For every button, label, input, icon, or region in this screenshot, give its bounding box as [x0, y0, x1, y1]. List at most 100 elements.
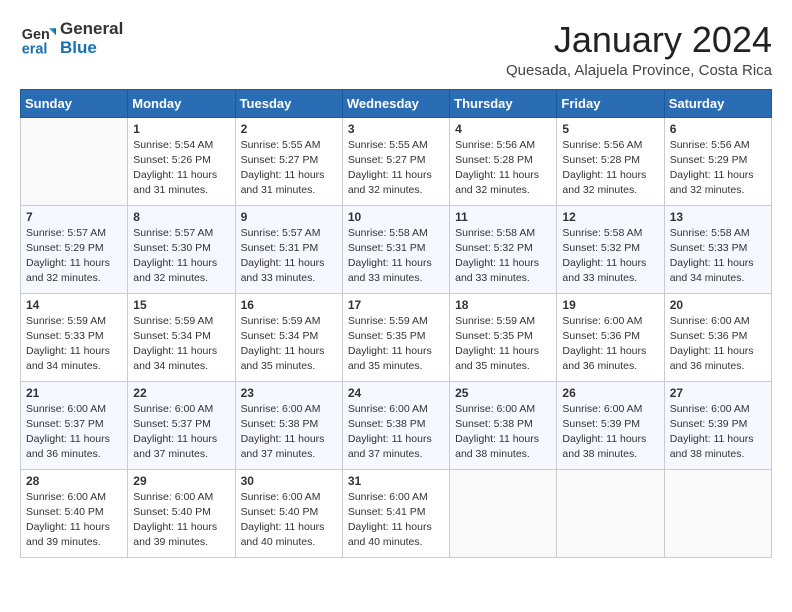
- day-info: Sunrise: 6:00 AMSunset: 5:36 PMDaylight:…: [670, 314, 766, 375]
- day-number: 4: [455, 122, 551, 136]
- day-number: 22: [133, 386, 229, 400]
- day-info: Sunrise: 6:00 AMSunset: 5:37 PMDaylight:…: [26, 402, 122, 463]
- day-info: Sunrise: 5:58 AMSunset: 5:33 PMDaylight:…: [670, 226, 766, 287]
- day-cell: 29Sunrise: 6:00 AMSunset: 5:40 PMDayligh…: [128, 469, 235, 557]
- week-row-5: 28 Sunrise: 6:00 AMSunset: 5:40 PMDayligh…: [21, 469, 772, 557]
- day-number: 30: [241, 474, 337, 488]
- day-cell: 27 Sunrise: 6:00 AMSunset: 5:39 PMDayligh…: [664, 381, 771, 469]
- day-info: Sunrise: 5:59 AMSunset: 5:34 PMDaylight:…: [133, 314, 229, 375]
- week-row-4: 21Sunrise: 6:00 AMSunset: 5:37 PMDayligh…: [21, 381, 772, 469]
- day-info: Sunrise: 5:55 AMSunset: 5:27 PMDaylight:…: [348, 138, 444, 199]
- day-number: 17: [348, 298, 444, 312]
- header-monday: Monday: [128, 89, 235, 117]
- day-info: Sunrise: 6:00 AMSunset: 5:38 PMDaylight:…: [348, 402, 444, 463]
- day-number: 5: [562, 122, 658, 136]
- day-number: 28: [26, 474, 122, 488]
- logo: Gen eral General Blue: [20, 20, 123, 57]
- day-number: 19: [562, 298, 658, 312]
- day-info: Sunrise: 5:57 AMSunset: 5:29 PMDaylight:…: [26, 226, 122, 287]
- day-number: 31: [348, 474, 444, 488]
- day-number: 11: [455, 210, 551, 224]
- day-info: Sunrise: 6:00 AMSunset: 5:40 PMDaylight:…: [26, 490, 122, 551]
- day-info: Sunrise: 5:57 AMSunset: 5:30 PMDaylight:…: [133, 226, 229, 287]
- day-info: Sunrise: 6:00 AMSunset: 5:39 PMDaylight:…: [670, 402, 766, 463]
- day-number: 24: [348, 386, 444, 400]
- day-number: 26: [562, 386, 658, 400]
- day-cell: 4 Sunrise: 5:56 AMSunset: 5:28 PMDaylight…: [450, 117, 557, 205]
- day-cell: [450, 469, 557, 557]
- day-cell: 15Sunrise: 5:59 AMSunset: 5:34 PMDayligh…: [128, 293, 235, 381]
- day-number: 25: [455, 386, 551, 400]
- day-info: Sunrise: 5:56 AMSunset: 5:28 PMDaylight:…: [455, 138, 551, 199]
- day-cell: 8 Sunrise: 5:57 AMSunset: 5:30 PMDaylight…: [128, 205, 235, 293]
- day-info: Sunrise: 6:00 AMSunset: 5:41 PMDaylight:…: [348, 490, 444, 551]
- day-number: 20: [670, 298, 766, 312]
- page-header: Gen eral General Blue January 2024 Quesa…: [20, 20, 772, 79]
- day-cell: [664, 469, 771, 557]
- day-info: Sunrise: 5:59 AMSunset: 5:35 PMDaylight:…: [348, 314, 444, 375]
- day-cell: 20 Sunrise: 6:00 AMSunset: 5:36 PMDayligh…: [664, 293, 771, 381]
- day-info: Sunrise: 6:00 AMSunset: 5:40 PMDaylight:…: [241, 490, 337, 551]
- location-subtitle: Quesada, Alajuela Province, Costa Rica: [506, 62, 772, 79]
- title-block: January 2024 Quesada, Alajuela Province,…: [506, 20, 772, 79]
- day-cell: [557, 469, 664, 557]
- header-wednesday: Wednesday: [342, 89, 449, 117]
- day-info: Sunrise: 6:00 AMSunset: 5:36 PMDaylight:…: [562, 314, 658, 375]
- day-cell: 26 Sunrise: 6:00 AMSunset: 5:39 PMDayligh…: [557, 381, 664, 469]
- day-cell: 12 Sunrise: 5:58 AMSunset: 5:32 PMDayligh…: [557, 205, 664, 293]
- day-info: Sunrise: 6:00 AMSunset: 5:37 PMDaylight:…: [133, 402, 229, 463]
- day-cell: 28 Sunrise: 6:00 AMSunset: 5:40 PMDayligh…: [21, 469, 128, 557]
- day-cell: 13Sunrise: 5:58 AMSunset: 5:33 PMDayligh…: [664, 205, 771, 293]
- day-cell: 18Sunrise: 5:59 AMSunset: 5:35 PMDayligh…: [450, 293, 557, 381]
- day-info: Sunrise: 6:00 AMSunset: 5:39 PMDaylight:…: [562, 402, 658, 463]
- logo-line1: General: [60, 20, 123, 39]
- calendar-header-row: SundayMondayTuesdayWednesdayThursdayFrid…: [21, 89, 772, 117]
- day-number: 16: [241, 298, 337, 312]
- day-cell: 16 Sunrise: 5:59 AMSunset: 5:34 PMDayligh…: [235, 293, 342, 381]
- day-number: 6: [670, 122, 766, 136]
- header-thursday: Thursday: [450, 89, 557, 117]
- day-cell: 11 Sunrise: 5:58 AMSunset: 5:32 PMDayligh…: [450, 205, 557, 293]
- day-cell: 7 Sunrise: 5:57 AMSunset: 5:29 PMDaylight…: [21, 205, 128, 293]
- calendar-table: SundayMondayTuesdayWednesdayThursdayFrid…: [20, 89, 772, 558]
- day-cell: 17 Sunrise: 5:59 AMSunset: 5:35 PMDayligh…: [342, 293, 449, 381]
- day-number: 2: [241, 122, 337, 136]
- day-cell: 1 Sunrise: 5:54 AMSunset: 5:26 PMDaylight…: [128, 117, 235, 205]
- day-cell: 3Sunrise: 5:55 AMSunset: 5:27 PMDaylight…: [342, 117, 449, 205]
- day-cell: 2Sunrise: 5:55 AMSunset: 5:27 PMDaylight…: [235, 117, 342, 205]
- day-cell: 30 Sunrise: 6:00 AMSunset: 5:40 PMDayligh…: [235, 469, 342, 557]
- logo-icon: Gen eral: [20, 21, 56, 57]
- header-tuesday: Tuesday: [235, 89, 342, 117]
- day-cell: 6 Sunrise: 5:56 AMSunset: 5:29 PMDaylight…: [664, 117, 771, 205]
- week-row-3: 14 Sunrise: 5:59 AMSunset: 5:33 PMDayligh…: [21, 293, 772, 381]
- day-number: 14: [26, 298, 122, 312]
- day-cell: 14 Sunrise: 5:59 AMSunset: 5:33 PMDayligh…: [21, 293, 128, 381]
- day-info: Sunrise: 5:56 AMSunset: 5:29 PMDaylight:…: [670, 138, 766, 199]
- day-cell: 19 Sunrise: 6:00 AMSunset: 5:36 PMDayligh…: [557, 293, 664, 381]
- day-info: Sunrise: 5:54 AMSunset: 5:26 PMDaylight:…: [133, 138, 229, 199]
- svg-text:eral: eral: [22, 41, 48, 57]
- day-info: Sunrise: 5:57 AMSunset: 5:31 PMDaylight:…: [241, 226, 337, 287]
- day-number: 12: [562, 210, 658, 224]
- day-number: 23: [241, 386, 337, 400]
- day-cell: 24 Sunrise: 6:00 AMSunset: 5:38 PMDayligh…: [342, 381, 449, 469]
- day-info: Sunrise: 5:58 AMSunset: 5:31 PMDaylight:…: [348, 226, 444, 287]
- day-info: Sunrise: 5:58 AMSunset: 5:32 PMDaylight:…: [455, 226, 551, 287]
- day-number: 8: [133, 210, 229, 224]
- day-cell: [21, 117, 128, 205]
- day-number: 7: [26, 210, 122, 224]
- header-friday: Friday: [557, 89, 664, 117]
- day-info: Sunrise: 5:59 AMSunset: 5:35 PMDaylight:…: [455, 314, 551, 375]
- day-number: 10: [348, 210, 444, 224]
- day-info: Sunrise: 6:00 AMSunset: 5:40 PMDaylight:…: [133, 490, 229, 551]
- month-title: January 2024: [506, 20, 772, 60]
- logo-line2: Blue: [60, 39, 123, 58]
- day-cell: 23Sunrise: 6:00 AMSunset: 5:38 PMDayligh…: [235, 381, 342, 469]
- week-row-1: 1 Sunrise: 5:54 AMSunset: 5:26 PMDaylight…: [21, 117, 772, 205]
- day-info: Sunrise: 5:59 AMSunset: 5:34 PMDaylight:…: [241, 314, 337, 375]
- day-number: 1: [133, 122, 229, 136]
- day-cell: 5Sunrise: 5:56 AMSunset: 5:28 PMDaylight…: [557, 117, 664, 205]
- day-info: Sunrise: 5:59 AMSunset: 5:33 PMDaylight:…: [26, 314, 122, 375]
- day-info: Sunrise: 5:58 AMSunset: 5:32 PMDaylight:…: [562, 226, 658, 287]
- day-number: 27: [670, 386, 766, 400]
